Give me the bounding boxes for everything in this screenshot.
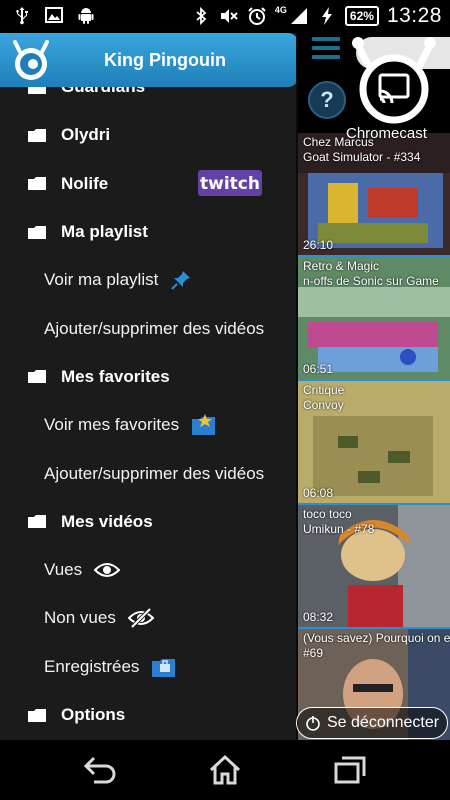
drawer-item-options[interactable]: Options — [0, 691, 296, 739]
usb-icon — [16, 7, 28, 25]
android-icon — [78, 8, 94, 24]
folder-icon — [28, 177, 46, 191]
bluetooth-icon — [196, 6, 207, 26]
video-title: Convoy — [303, 398, 344, 412]
drawer-item-label: Mes vidéos — [61, 511, 153, 531]
video-card[interactable]: Critique Convoy 06:08 — [298, 381, 450, 505]
alarm-icon — [248, 7, 266, 25]
app-logo-icon — [13, 40, 49, 80]
signal-icon — [290, 8, 307, 24]
video-duration: 26:10 — [303, 238, 334, 252]
drawer-item-enregistrees[interactable]: Enregistrées — [0, 643, 296, 691]
video-title: n-offs de Sonic sur Game — [303, 274, 439, 288]
recent-apps-icon[interactable] — [332, 754, 368, 786]
drawer-item-label: Ma playlist — [61, 222, 148, 242]
folder-icon — [28, 128, 46, 142]
drawer-item-label: Voir ma playlist — [44, 270, 159, 290]
saved-folder-icon — [151, 656, 177, 678]
folder-icon — [28, 515, 46, 529]
mute-icon — [220, 9, 238, 23]
disconnect-label: Se déconnecter — [327, 714, 440, 731]
drawer-menu: Guardians Olydri Nolife twitch Ma playli… — [0, 63, 296, 739]
drawer-item-label: Vues — [44, 560, 83, 580]
video-channel: Retro & Magic — [303, 259, 380, 273]
favorites-folder-icon — [191, 413, 217, 437]
drawer-item-mes-favorites[interactable]: Mes favorites — [0, 353, 296, 401]
drawer-item-label: Voir mes favorites — [44, 415, 180, 435]
notification-icons — [12, 5, 96, 25]
drawer-item-label: Ajouter/supprimer des vidéos — [44, 463, 265, 483]
video-card[interactable]: Retro & Magic n-offs de Sonic sur Game 0… — [298, 257, 450, 381]
drawer-item-label: Mes favorites — [61, 366, 170, 386]
drawer-item-label: Options — [61, 705, 126, 724]
video-card[interactable]: toco toco Umikun - #78 08:32 — [298, 505, 450, 629]
drawer-item-vues[interactable]: Vues — [0, 546, 296, 594]
video-duration: 06:51 — [303, 362, 334, 376]
eye-icon — [94, 561, 121, 579]
help-button[interactable]: ? — [308, 81, 346, 119]
video-list: Chez Marcus Goat Simulator - #334 26:10 … — [298, 133, 450, 740]
drawer-item-non-vues[interactable]: Non vues — [0, 594, 296, 642]
drawer-header[interactable]: King Pingouin — [0, 33, 296, 87]
drawer-item-label: Non vues — [44, 608, 116, 628]
video-duration: 08:32 — [303, 610, 334, 624]
screen: 4G 62% 13:28 ? Chez Marcus Goat Simulato… — [0, 0, 450, 800]
battery-level: 62% — [344, 6, 379, 26]
drawer-item-ajouter-favorites[interactable]: Ajouter/supprimer des vidéos — [0, 449, 296, 497]
charging-icon — [321, 7, 332, 25]
chromecast-mascot-icon[interactable] — [348, 33, 444, 125]
folder-icon — [28, 370, 46, 384]
svg-text:twitch: twitch — [200, 174, 260, 194]
video-title: #69 — [303, 646, 324, 660]
drawer-item-voir-mes-favorites[interactable]: Voir mes favorites — [0, 401, 296, 449]
system-nav-bar — [0, 740, 450, 800]
network-type: 4G — [274, 4, 287, 15]
drawer-item-mes-videos[interactable]: Mes vidéos — [0, 498, 296, 546]
system-indicators: 4G 62% 13:28 — [191, 4, 442, 28]
back-icon[interactable] — [82, 754, 118, 786]
drawer-item-label: Olydri — [61, 125, 111, 145]
drawer-item-label: Nolife — [61, 173, 109, 193]
drawer-item-ma-playlist[interactable]: Ma playlist — [0, 208, 296, 256]
video-channel: Critique — [303, 383, 345, 397]
twitch-logo: twitch — [198, 169, 262, 196]
eye-off-icon — [127, 607, 154, 629]
drawer-item-nolife[interactable]: Nolife twitch — [0, 160, 296, 208]
chromecast-label[interactable]: Chromecast — [346, 125, 427, 142]
drawer-title: King Pingouin — [104, 50, 226, 70]
clock: 13:28 — [386, 4, 442, 27]
drawer-item-voir-ma-playlist[interactable]: Voir ma playlist — [0, 256, 296, 304]
disconnect-button[interactable]: Se déconnecter — [296, 707, 448, 739]
drawer-item-label: Enregistrées — [44, 656, 140, 676]
video-title: Umikun - #78 — [303, 522, 375, 536]
video-channel: (Vous savez) Pourquoi on e — [303, 631, 450, 645]
navigation-drawer: King Pingouin Guardians Olydri Nolife tw… — [0, 33, 298, 740]
folder-icon — [28, 225, 46, 239]
power-icon — [306, 716, 320, 731]
folder-icon — [28, 708, 46, 722]
status-bar: 4G 62% 13:28 — [0, 0, 450, 33]
video-card[interactable]: Chez Marcus Goat Simulator - #334 26:10 — [298, 133, 450, 257]
video-duration: 06:08 — [303, 486, 334, 500]
video-title: Goat Simulator - #334 — [303, 150, 421, 164]
drawer-item-olydri[interactable]: Olydri — [0, 111, 296, 159]
pin-icon — [170, 269, 192, 291]
menu-icon[interactable] — [312, 37, 340, 65]
home-icon[interactable] — [207, 754, 243, 786]
drawer-item-ajouter-playlist[interactable]: Ajouter/supprimer des vidéos — [0, 304, 296, 352]
video-channel: toco toco — [303, 507, 352, 521]
gallery-icon — [45, 7, 63, 23]
drawer-item-label: Ajouter/supprimer des vidéos — [44, 318, 265, 338]
